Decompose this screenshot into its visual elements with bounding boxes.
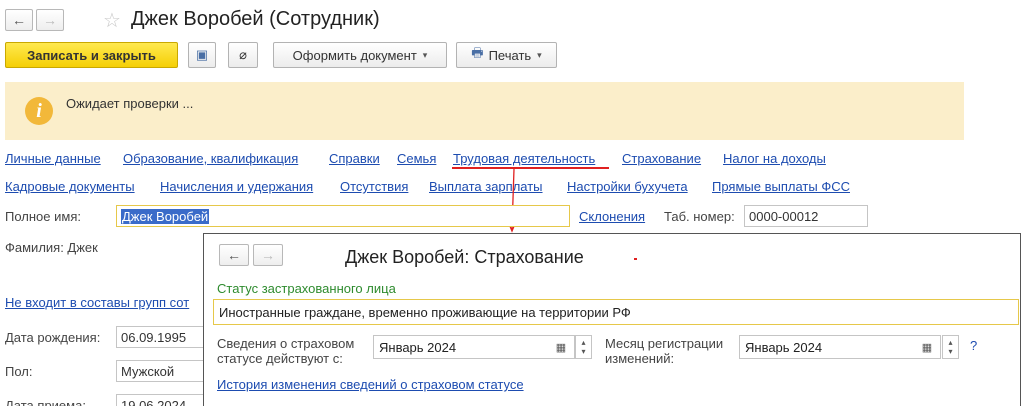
link-work-activity[interactable]: Трудовая деятельность	[453, 151, 595, 166]
spin-up-icon[interactable]: ▴	[948, 338, 952, 347]
link-hr-documents[interactable]: Кадровые документы	[5, 179, 135, 194]
link-family[interactable]: Семья	[397, 151, 436, 166]
birth-date-label: Дата рождения:	[5, 330, 101, 345]
surname-label: Фамилия: Джек	[5, 240, 98, 255]
hire-date-input[interactable]: 19.06.2024	[116, 394, 206, 406]
info-icon: i	[25, 97, 53, 125]
spin-down-icon[interactable]: ▾	[948, 347, 952, 356]
link-accruals[interactable]: Начисления и удержания	[160, 179, 313, 194]
gender-select[interactable]: Мужской	[116, 360, 206, 382]
chevron-down-icon: ▾	[422, 49, 428, 60]
link-accounting-settings[interactable]: Настройки бухучета	[567, 179, 688, 194]
link-personal-data[interactable]: Личные данные	[5, 151, 101, 166]
declensions-link[interactable]: Склонения	[579, 209, 645, 224]
spin-down-icon[interactable]: ▾	[581, 347, 585, 356]
link-education[interactable]: Образование, квалификация	[123, 151, 298, 166]
tab-number-label: Таб. номер:	[664, 209, 735, 224]
calendar-icon[interactable]: ▦	[552, 336, 570, 358]
back-button[interactable]: ←	[5, 9, 33, 31]
calendar-icon[interactable]: ▦	[918, 336, 936, 358]
link-income-tax[interactable]: Налог на доходы	[723, 151, 826, 166]
registration-month-label-line1: Месяц регистрации	[605, 336, 724, 351]
annotation-underline	[452, 167, 609, 169]
gender-label: Пол:	[5, 364, 33, 379]
birth-date-input[interactable]: 06.09.1995	[116, 326, 206, 348]
make-document-label: Оформить документ	[292, 47, 417, 63]
full-name-input[interactable]: Джек Воробей	[116, 205, 570, 227]
effective-date-label-line2: статусе действуют с:	[217, 351, 343, 366]
full-name-value: Джек Воробей	[121, 209, 210, 224]
save-button[interactable]: ▣	[188, 42, 216, 68]
arrow-left-icon: ←	[227, 247, 241, 263]
insured-status-select[interactable]: Иностранные граждане, временно проживающ…	[213, 299, 1019, 325]
registration-month-label: Месяц регистрации изменений:	[605, 336, 723, 366]
dialog-title: Джек Воробей: Страхование	[345, 247, 584, 267]
annotation-dot	[634, 258, 637, 260]
link-insurance[interactable]: Страхование	[622, 151, 701, 166]
arrow-right-icon: →	[43, 12, 57, 28]
tab-number-input[interactable]: 0000-00012	[744, 205, 868, 227]
effective-date-label-line1: Сведения о страховом	[217, 336, 355, 351]
insured-status-label: Статус застрахованного лица	[217, 281, 396, 296]
save-icon: ▣	[195, 47, 209, 62]
chevron-down-icon: ▾	[537, 49, 542, 60]
registration-month-input[interactable]: Январь 2024	[739, 335, 941, 359]
help-icon[interactable]: ?	[970, 338, 977, 353]
hire-date-label: Дата приема:	[5, 398, 86, 406]
effective-month-input[interactable]: Январь 2024	[373, 335, 575, 359]
forward-button[interactable]: →	[36, 9, 64, 31]
spin-up-icon[interactable]: ▴	[581, 338, 585, 347]
registration-month-label-line2: изменений:	[605, 351, 675, 366]
print-button[interactable]: 🖶 Печать ▾	[456, 42, 557, 68]
printer-icon: 🖶	[471, 45, 484, 60]
dialog-forward-button[interactable]: →	[253, 244, 283, 266]
dialog-back-button[interactable]: ←	[219, 244, 249, 266]
groups-link[interactable]: Не входит в составы групп сот	[5, 295, 189, 310]
arrow-right-icon: →	[261, 247, 275, 263]
save-and-close-button[interactable]: Записать и закрыть	[5, 42, 178, 68]
link-fss-payments[interactable]: Прямые выплаты ФСС	[712, 179, 850, 194]
print-label: Печать	[488, 47, 532, 63]
status-info-panel: i Ожидает проверки ...	[5, 82, 964, 140]
link-certificates[interactable]: Справки	[329, 151, 380, 166]
registration-month-stepper[interactable]: ▴ ▾	[942, 335, 959, 359]
make-document-button[interactable]: Оформить документ ▾	[273, 42, 447, 68]
link-salary-payment[interactable]: Выплата зарплаты	[429, 179, 543, 194]
effective-date-label: Сведения о страховом статусе действуют с…	[217, 336, 354, 366]
status-text: Ожидает проверки ...	[66, 96, 194, 111]
attach-button[interactable]: ⌀	[228, 42, 258, 68]
insurance-history-link[interactable]: История изменения сведений о страховом с…	[217, 377, 524, 392]
page-title: Джек Воробей (Сотрудник)	[131, 8, 380, 30]
insurance-dialog: ← → Джек Воробей: Страхование Статус зас…	[203, 233, 1021, 406]
link-absences[interactable]: Отсутствия	[340, 179, 408, 194]
favorite-star-icon[interactable]: ☆	[103, 8, 121, 33]
effective-month-stepper[interactable]: ▴ ▾	[575, 335, 592, 359]
arrow-left-icon: ←	[12, 12, 26, 28]
paperclip-icon: ⌀	[239, 47, 247, 62]
full-name-label: Полное имя:	[5, 209, 81, 224]
